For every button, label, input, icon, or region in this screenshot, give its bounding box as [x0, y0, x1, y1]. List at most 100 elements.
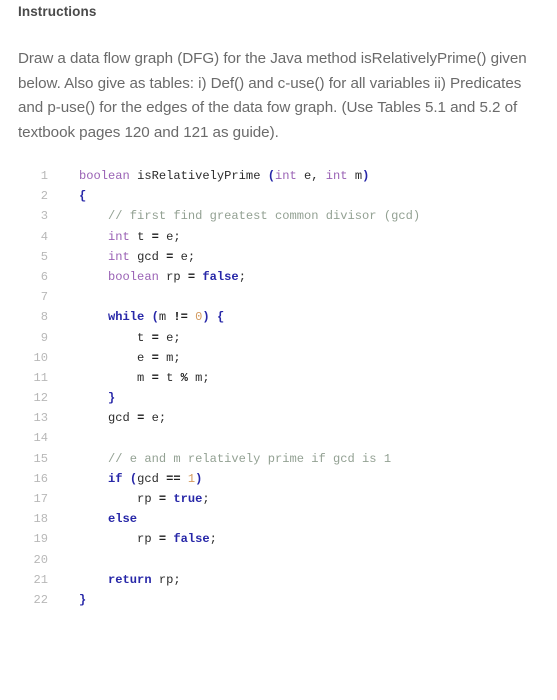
instructions-page: Instructions Draw a data flow graph (DFG…	[0, 0, 557, 700]
page-title: Instructions	[18, 4, 97, 19]
line-number: 12	[33, 391, 48, 406]
code-token: false	[202, 269, 239, 284]
code-token: (	[129, 471, 138, 486]
line-number: 18	[33, 512, 48, 527]
code-token: ;	[209, 532, 217, 547]
line-number: 22	[33, 592, 48, 607]
code-line-text: // e and m relatively prime if gcd is 1	[48, 449, 391, 469]
code-line: 17 rp = true;	[14, 489, 543, 509]
line-number: 6	[40, 269, 48, 284]
code-token: e;	[173, 249, 196, 264]
code-line-text: return rp;	[48, 570, 181, 590]
code-line: 19 rp = false;	[14, 529, 543, 549]
code-line: 5 int gcd = e;	[14, 247, 543, 267]
code-token: ;	[202, 492, 210, 506]
code-token: rp	[79, 492, 159, 506]
code-line-text: boolean rp = false;	[48, 267, 246, 287]
code-token: m;	[158, 350, 181, 365]
code-token: if	[108, 471, 123, 486]
line-number: 9	[40, 330, 48, 345]
code-line: 2{	[14, 186, 543, 206]
line-number: 17	[33, 492, 48, 506]
code-token: // e and m relatively prime if gcd is 1	[108, 451, 392, 466]
code-token: else	[108, 512, 138, 527]
code-token: m	[79, 370, 152, 385]
code-line: 22}	[14, 590, 543, 610]
code-token: gcd	[137, 471, 167, 486]
code-token: ;	[238, 269, 246, 284]
code-line: 21 return rp;	[14, 570, 543, 590]
code-token: e	[79, 350, 152, 365]
code-line-text: }	[48, 590, 86, 610]
line-number: 3	[40, 209, 48, 224]
code-token: e;	[158, 330, 181, 345]
code-token: !=	[173, 310, 188, 325]
code-token: }	[108, 391, 116, 406]
code-line-text: else	[48, 509, 137, 529]
line-number: 1	[40, 169, 48, 183]
code-token: m	[158, 310, 174, 325]
code-token: gcd	[129, 249, 167, 264]
code-token: {	[216, 310, 225, 325]
code-line: 16 if (gcd == 1)	[14, 469, 543, 489]
code-token: int	[108, 249, 130, 264]
line-number: 19	[33, 532, 48, 547]
code-token: (	[151, 310, 159, 325]
line-number: 11	[33, 370, 48, 385]
code-token: int	[108, 229, 130, 244]
code-block: 1 boolean isRelativelyPrime (int e, int m…	[14, 145, 543, 610]
code-token: e;	[158, 229, 181, 244]
code-line-text: {	[48, 186, 86, 206]
code-token: true	[173, 492, 203, 506]
code-line-text: e = m;	[48, 348, 181, 368]
code-line: 12 }	[14, 388, 543, 408]
line-number: 2	[40, 189, 48, 204]
code-line-text: boolean isRelativelyPrime (int e, int m)	[48, 166, 369, 186]
code-line-text: gcd = e;	[48, 408, 166, 428]
code-token: return	[108, 572, 152, 587]
line-number: 10	[33, 350, 48, 365]
code-line: 6 boolean rp = false;	[14, 267, 543, 287]
code-line-text: if (gcd == 1)	[48, 469, 202, 489]
line-number: 20	[33, 552, 48, 567]
code-token: isRelativelyPrime	[129, 169, 268, 183]
code-token: boolean	[108, 269, 159, 284]
code-line: 8 while (m != 0) {	[14, 307, 543, 327]
code-line: 18 else	[14, 509, 543, 529]
code-line: 10 e = m;	[14, 348, 543, 368]
code-line: 15 // e and m relatively prime if gcd is…	[14, 449, 543, 469]
code-token: rp	[158, 269, 188, 284]
code-token: m;	[187, 370, 210, 385]
code-token: int	[274, 169, 297, 183]
line-number: 8	[40, 310, 48, 325]
code-token: rp;	[151, 572, 181, 587]
code-line-text: int t = e;	[48, 227, 181, 247]
code-token: boolean	[79, 169, 130, 183]
code-line: 1 boolean isRelativelyPrime (int e, int m…	[14, 166, 543, 186]
code-token: =	[151, 330, 159, 345]
code-line-text: int gcd = e;	[48, 247, 195, 267]
code-line: 4 int t = e;	[14, 227, 543, 247]
code-line-text: }	[48, 388, 115, 408]
code-token: // first find greatest common divisor (g…	[108, 209, 421, 224]
code-line-text: rp = false;	[48, 529, 217, 549]
code-token: int	[325, 169, 348, 183]
code-line-text: // first find greatest common divisor (g…	[48, 206, 420, 226]
code-token: while	[108, 310, 145, 325]
code-token: gcd	[79, 411, 138, 426]
code-line-text: rp = true;	[48, 489, 210, 509]
code-token: {	[79, 189, 87, 204]
code-token: =	[151, 350, 159, 365]
instructions-paragraph: Draw a data flow graph (DFG) for the Jav…	[18, 50, 527, 141]
code-line-text: while (m != 0) {	[48, 307, 224, 327]
